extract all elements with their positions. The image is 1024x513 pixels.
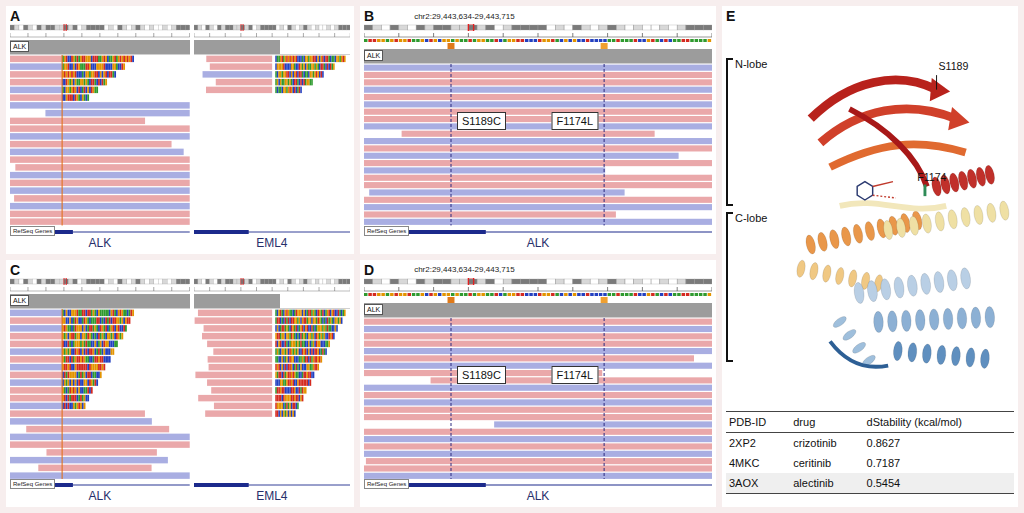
ruler xyxy=(10,285,190,294)
coverage-track: ALK xyxy=(364,303,712,318)
ruler xyxy=(10,31,190,40)
genome-region: EML4 xyxy=(194,24,350,251)
table-header: dStability (kcal/mol) xyxy=(864,412,1014,433)
genome-region: EML4 xyxy=(194,278,350,505)
lobe-label: C-lobe xyxy=(735,212,767,362)
gene-label: ALK xyxy=(364,489,712,504)
gene-label: EML4 xyxy=(194,489,350,504)
chromosome-ideogram xyxy=(364,278,712,285)
gene-track xyxy=(194,479,350,489)
lobe-bracket: C-lobe xyxy=(726,212,772,362)
structure-panel: E N-lobe C-lobe S1189 F1174 PDB-IDdrugdStabil… xyxy=(722,6,1018,507)
gene-track xyxy=(194,226,350,236)
variant-panel: Bchr2:29,443,634-29,443,715 ALK S1189C F117… xyxy=(360,6,716,254)
gene-track: RefSeq Genes xyxy=(10,479,190,489)
variant-label: S1189C xyxy=(457,366,506,384)
lobe-label: N-lobe xyxy=(735,58,767,206)
coverage-track: ALK xyxy=(10,40,190,55)
figure: AALKRefSeq GenesALKEML4Bchr2:29,443,634-… xyxy=(0,0,1024,513)
gene-track: RefSeq Genes xyxy=(364,226,712,236)
residue-label: F1174 xyxy=(917,171,946,183)
table-cell: 3AOX xyxy=(726,473,790,494)
table-row: 2XP2crizotinib0.8627 xyxy=(726,433,1014,454)
chromosome-ideogram xyxy=(194,24,350,31)
coverage-track: ALK xyxy=(10,294,190,309)
ruler xyxy=(194,31,350,40)
panel-label: C xyxy=(10,262,20,278)
panel-label: B xyxy=(364,8,374,24)
table-cell: 4MKC xyxy=(726,453,790,473)
gene-track-label: RefSeq Genes xyxy=(10,479,55,489)
table-cell: crizotinib xyxy=(790,433,863,454)
panel-label: E xyxy=(726,8,735,24)
gene-track: RefSeq Genes xyxy=(10,226,190,236)
variant-label: F1174L xyxy=(552,112,599,130)
table-cell: 0.5454 xyxy=(864,473,1014,494)
ruler xyxy=(194,285,350,294)
gene-track: RefSeq Genes xyxy=(364,479,712,489)
table-header: PDB-ID xyxy=(726,412,790,433)
panel-label: A xyxy=(10,8,20,24)
gene-label: EML4 xyxy=(194,236,350,251)
panel-label: D xyxy=(364,262,374,278)
variant-label: F1174L xyxy=(552,366,599,384)
table-row: 4MKCceritinib0.7187 xyxy=(726,453,1014,473)
locus: chr2:29,443,634-29,443,715 xyxy=(414,265,515,274)
read-alignments xyxy=(364,318,712,480)
read-alignments xyxy=(364,64,712,226)
variant-label: S1189C xyxy=(457,112,506,130)
table-cell: ceritinib xyxy=(790,453,863,473)
table-cell: 0.8627 xyxy=(864,433,1014,454)
genome-region: ALKRefSeq GenesALK xyxy=(10,278,190,505)
table-header: drug xyxy=(790,412,863,433)
coverage-track xyxy=(194,40,350,55)
read-alignments xyxy=(10,55,190,226)
gene-track-label: RefSeq Genes xyxy=(364,226,409,236)
residue-label: S1189 xyxy=(938,60,968,72)
read-alignments xyxy=(194,309,350,480)
ruler xyxy=(364,285,712,297)
chromosome-ideogram xyxy=(10,278,190,285)
gene-label: ALK xyxy=(10,489,190,504)
coverage-track: ALK xyxy=(364,49,712,64)
table-cell: 0.7187 xyxy=(864,453,1014,473)
genome-region: ALKRefSeq GenesALK xyxy=(10,24,190,251)
locus: chr2:29,443,634-29,443,715 xyxy=(414,12,515,21)
ruler xyxy=(364,31,712,43)
read-alignments xyxy=(10,309,190,480)
gene-track-label: RefSeq Genes xyxy=(364,479,409,489)
track-name: ALK xyxy=(364,304,383,315)
table-cell: alectinib xyxy=(790,473,863,494)
variant-panel: Dchr2:29,443,634-29,443,715 ALK S1189C F117… xyxy=(360,260,716,508)
kinase-structure: S1189 F1174 xyxy=(772,28,1014,403)
gene-label: ALK xyxy=(364,236,712,251)
fusion-panel: AALKRefSeq GenesALKEML4 xyxy=(6,6,354,254)
chromosome-ideogram xyxy=(194,278,350,285)
chromosome-ideogram xyxy=(364,24,712,31)
lobe-bracket: N-lobe xyxy=(726,58,772,206)
table-row: 3AOXalectinib0.5454 xyxy=(726,473,1014,494)
read-alignments xyxy=(194,55,350,226)
stability-table: PDB-IDdrugdStability (kcal/mol)2XP2crizo… xyxy=(726,411,1014,494)
table-cell: 2XP2 xyxy=(726,433,790,454)
fusion-panel: CALKRefSeq GenesALKEML4 xyxy=(6,260,354,508)
gene-track-label: RefSeq Genes xyxy=(10,226,55,236)
chromosome-ideogram xyxy=(10,24,190,31)
coverage-track xyxy=(194,294,350,309)
gene-label: ALK xyxy=(10,236,190,251)
track-name: ALK xyxy=(10,41,29,52)
track-name: ALK xyxy=(10,295,29,306)
track-name: ALK xyxy=(364,50,383,61)
